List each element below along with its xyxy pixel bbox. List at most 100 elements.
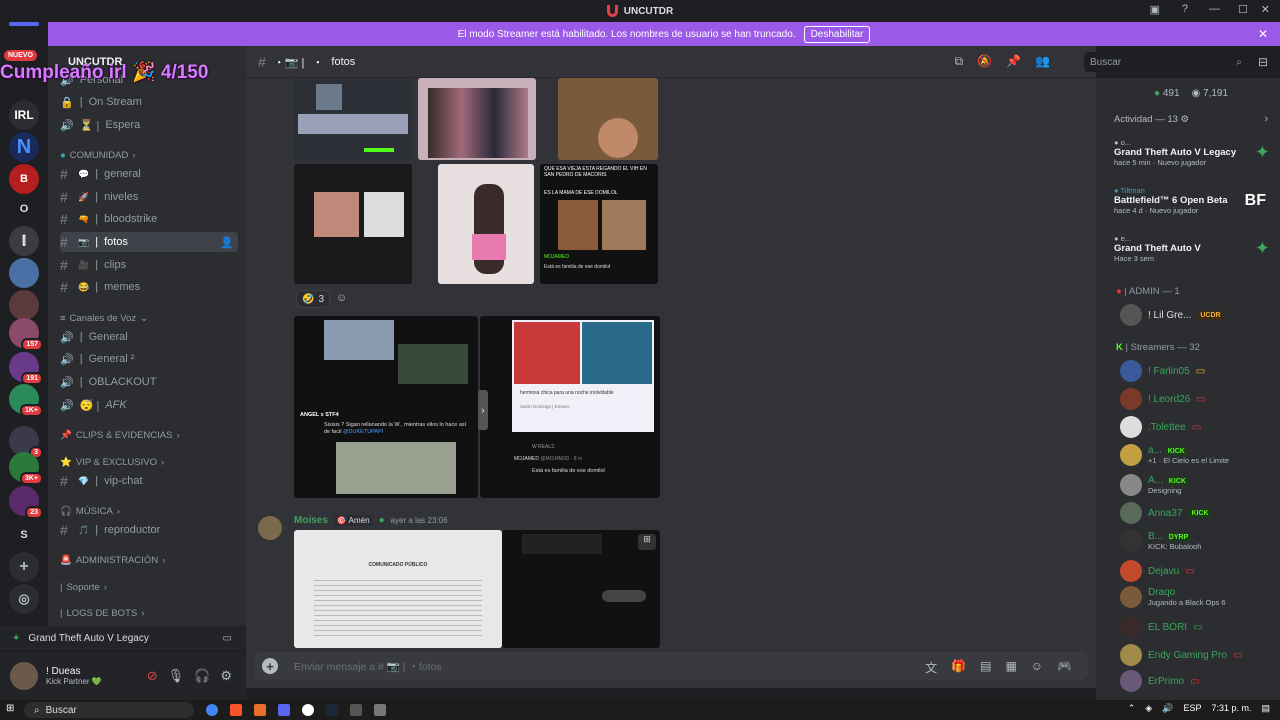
server-o[interactable]: O	[9, 194, 39, 224]
settings-gear-icon[interactable]: ⚙	[220, 668, 232, 684]
app-icon[interactable]	[254, 704, 266, 716]
activity-card[interactable]: ● o... Grand Theft Auto V Legacy hace 5 …	[1114, 138, 1270, 167]
reaction-button[interactable]: 🤣 3	[296, 290, 330, 308]
member-item[interactable]: Dejavu ▭	[1120, 560, 1195, 582]
translate-icon[interactable]: 文	[925, 659, 937, 676]
inbox-icon[interactable]: ▣	[1150, 3, 1160, 16]
server-n[interactable]: N	[9, 132, 39, 162]
category-soporte[interactable]: | Soporte ›	[60, 582, 107, 593]
gift-icon[interactable]: 🎁	[951, 659, 966, 676]
obs-icon[interactable]	[302, 704, 314, 716]
image-options-icon[interactable]: ⊞	[638, 534, 656, 550]
threads-icon[interactable]: ⧉	[955, 54, 964, 69]
category-admin[interactable]: 🚨 ADMINISTRACIÓN ›	[60, 555, 165, 566]
apps-icon[interactable]: 🎮	[1057, 659, 1072, 676]
activity-bar[interactable]: ✦ Grand Theft Auto V Legacy ▭	[0, 626, 246, 650]
app-icon[interactable]	[374, 704, 386, 716]
member-item[interactable]: ! Leord26 ▭	[1120, 388, 1206, 410]
member-item[interactable]: Draqo Jugando a Black Ops 6	[1120, 586, 1226, 608]
search-input[interactable]: Buscar ⌕	[1084, 52, 1248, 72]
channel-vip-chat[interactable]: # 💎 | vip-chat	[60, 471, 238, 491]
help-icon[interactable]: ?	[1182, 3, 1188, 15]
headphones-icon[interactable]: 🎧	[194, 668, 210, 684]
activity-card[interactable]: ● e... Grand Theft Auto V Hace 3 sem ✦	[1114, 234, 1270, 263]
member-list-icon[interactable]: 👥	[1035, 54, 1050, 69]
attachment-image[interactable]: COMUNICADO PÚBLICO	[294, 530, 502, 648]
microphone-icon[interactable]: 🎙	[168, 668, 185, 684]
server-b[interactable]: B	[9, 164, 39, 194]
server-icon[interactable]: 191	[9, 352, 43, 385]
server-icon[interactable]: 1K+	[9, 384, 43, 417]
channel-niveles[interactable]: # 🚀 | niveles	[60, 187, 238, 207]
member-item[interactable]: Endy Gaming Pro ▭	[1120, 644, 1242, 666]
member-item[interactable]: ! Lil Gre... UCDR	[1120, 304, 1224, 326]
game-icon[interactable]: ⊘	[147, 668, 158, 684]
message-author[interactable]: Moises	[294, 515, 328, 526]
attachment-image[interactable]	[438, 164, 534, 284]
disable-streamer-mode-button[interactable]: Deshabilitar	[803, 25, 871, 43]
activity-card[interactable]: ● Tiltman Battlefield™ 6 Open Beta hace …	[1114, 186, 1270, 215]
discover-icon[interactable]: ◎	[9, 584, 39, 614]
channel-on-stream[interactable]: 🔒 | On Stream	[60, 92, 238, 112]
member-item[interactable]: A... KICK Designing	[1120, 474, 1189, 496]
pin-icon[interactable]: 📌	[1006, 54, 1021, 69]
voice-channel-afk[interactable]: 🔊 😴 | AFK	[60, 395, 238, 415]
server-icon[interactable]	[9, 290, 39, 320]
attachment-image[interactable]	[294, 164, 412, 284]
app-icon[interactable]	[350, 704, 362, 716]
steam-icon[interactable]	[326, 704, 338, 716]
category-logs[interactable]: | LOGS DE BOTS ›	[60, 608, 144, 619]
close-banner-icon[interactable]: ✕	[1258, 27, 1268, 41]
attachment-image[interactable]	[558, 78, 658, 160]
member-item[interactable]: EL BORI ▭	[1120, 616, 1203, 638]
inbox-icon[interactable]: ⊟	[1258, 55, 1268, 69]
channel-bloodstrike[interactable]: # 🔫 | bloodstrike	[60, 209, 238, 229]
attachment-image[interactable]	[294, 78, 412, 160]
channel-clips[interactable]: # 🎥 | clips	[60, 255, 238, 275]
member-item[interactable]: Anna37 KICK	[1120, 502, 1212, 524]
attachment-image[interactable]: hermosa chica para una noche inolvidable…	[480, 316, 660, 498]
chrome-icon[interactable]	[206, 704, 218, 716]
category-comunidad[interactable]: ● COMUNIDAD ›	[60, 150, 136, 161]
channel-reproductor[interactable]: # 🎵 | reproductor	[60, 520, 238, 540]
category-vip[interactable]: ⭐ VIP & EXCLUSIVO ›	[60, 457, 164, 468]
attachment-image[interactable]: ANGEL x STF4 Sisisis ? Sigan rellanando …	[294, 316, 478, 498]
mute-bell-icon[interactable]: 🔕	[977, 54, 992, 69]
start-icon[interactable]: ⊞	[6, 703, 14, 714]
add-reaction-icon[interactable]: ☺	[336, 292, 347, 304]
next-image-button[interactable]: ›	[478, 390, 488, 430]
member-item[interactable]: ErPrimo ▭	[1120, 670, 1200, 692]
avatar[interactable]	[10, 662, 38, 690]
attach-plus-button[interactable]: +	[262, 658, 278, 674]
attachment-image[interactable]: QUE ESA VIEJA ESTA REGANDO EL VIH EN SAN…	[540, 164, 658, 284]
channel-espera[interactable]: 🔊 ⏳ | Espera	[60, 115, 238, 135]
close-window-button[interactable]: ✕	[1261, 3, 1270, 16]
server-s[interactable]: S	[9, 520, 39, 550]
channel-memes[interactable]: # 😂 | memes	[60, 277, 238, 297]
voice-channel-general-2[interactable]: 🔊 | General ²	[60, 349, 238, 369]
attachment-image[interactable]	[502, 530, 660, 648]
voice-channel-general[interactable]: 🔊 | General	[60, 327, 238, 347]
server-icon[interactable]: 23	[9, 486, 43, 519]
member-item[interactable]: B... DYRP KICK: Bubalooh	[1120, 530, 1201, 552]
sticker-icon[interactable]: ▦	[1005, 659, 1016, 676]
minimize-button[interactable]: —	[1209, 3, 1220, 15]
category-voz[interactable]: ≡ Canales de Voz ⌄	[60, 313, 148, 324]
chevron-right-icon[interactable]: ›	[1264, 113, 1268, 125]
category-clips[interactable]: 📌 CLIPS & EVIDENCIAS ›	[60, 430, 180, 441]
channel-fotos[interactable]: # 📷 | fotos 👤	[60, 232, 238, 252]
emoji-icon[interactable]: ☺	[1031, 659, 1043, 676]
member-item[interactable]: .Tolettee ▭	[1120, 416, 1201, 438]
server-icon[interactable]: 157	[9, 318, 43, 351]
server-irl[interactable]: IRL	[9, 100, 39, 130]
add-server-icon[interactable]: +	[9, 552, 39, 582]
member-item[interactable]: ! Farlin05 ▭	[1120, 360, 1205, 382]
category-musica[interactable]: 🎧 MÚSICA ›	[60, 506, 120, 517]
member-item[interactable]: a... KICK +1 · El Cielo es el Limite	[1120, 444, 1229, 466]
notifications-icon[interactable]: ▤	[1261, 703, 1270, 714]
brave-icon[interactable]	[230, 704, 242, 716]
voice-channel-oblackout[interactable]: 🔊 | OBLACKOUT	[60, 372, 238, 392]
avatar[interactable]	[258, 516, 282, 540]
taskbar-search[interactable]: ⌕ Buscar	[24, 702, 194, 718]
server-icon[interactable]	[9, 258, 39, 288]
